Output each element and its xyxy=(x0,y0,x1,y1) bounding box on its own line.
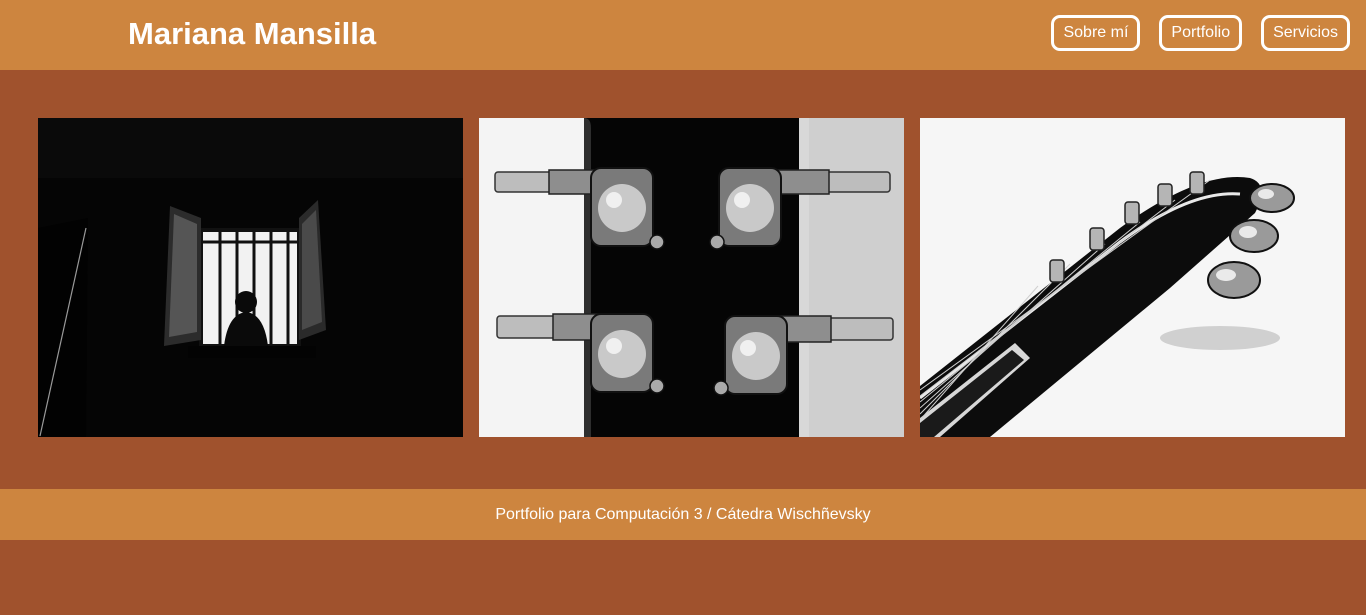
nav-button-servicios[interactable]: Servicios xyxy=(1261,15,1350,51)
site-footer: Portfolio para Computación 3 / Cátedra W… xyxy=(0,489,1366,540)
main-nav: Sobre mí Portfolio Servicios xyxy=(1051,15,1350,51)
gallery-photo-guitar-neck[interactable] xyxy=(920,118,1345,437)
nav-button-portfolio[interactable]: Portfolio xyxy=(1159,15,1243,51)
site-header: Mariana Mansilla Sobre mí Portfolio Serv… xyxy=(0,0,1366,70)
footer-credit-text: Portfolio para Computación 3 / Cátedra W… xyxy=(495,506,871,523)
nav-button-sobre-mi[interactable]: Sobre mí xyxy=(1051,15,1141,51)
gallery-photo-window[interactable] xyxy=(38,118,463,437)
photo-gallery xyxy=(38,118,1345,437)
site-title[interactable]: Mariana Mansilla xyxy=(128,14,376,54)
gallery-photo-headstock[interactable] xyxy=(479,118,904,437)
